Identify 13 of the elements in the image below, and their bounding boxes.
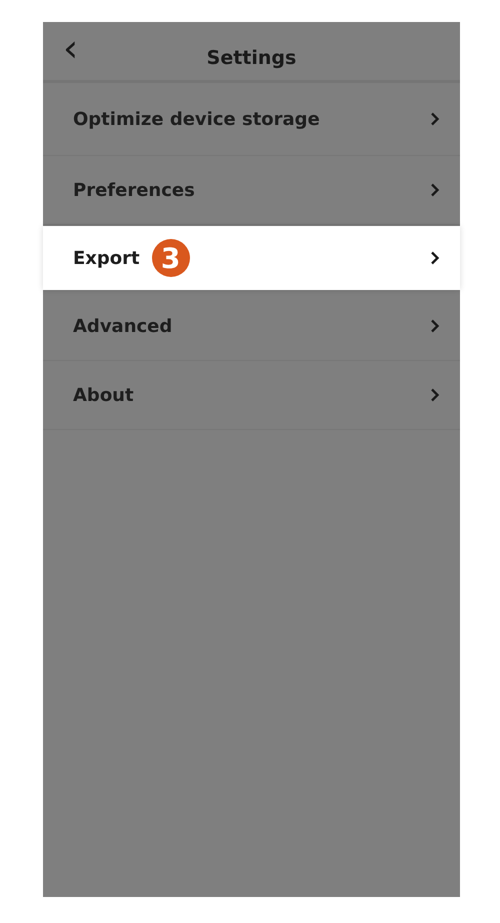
settings-item[interactable]: Export 3 [43, 226, 460, 290]
chevron-icon [430, 251, 440, 265]
step-badge: 3 [152, 239, 190, 277]
settings-item[interactable]: Preferences [43, 156, 460, 225]
settings-item[interactable]: About [43, 361, 460, 430]
chevron-icon [430, 319, 440, 333]
chevron-icon [430, 112, 440, 126]
settings-item[interactable]: Advanced [43, 292, 460, 361]
back-button[interactable]: ‹ [59, 28, 82, 68]
window-title: Settings [206, 47, 296, 69]
chevron-icon [430, 388, 440, 402]
chevron-icon [430, 183, 440, 197]
settings-item[interactable]: Optimize device storage [43, 83, 460, 156]
